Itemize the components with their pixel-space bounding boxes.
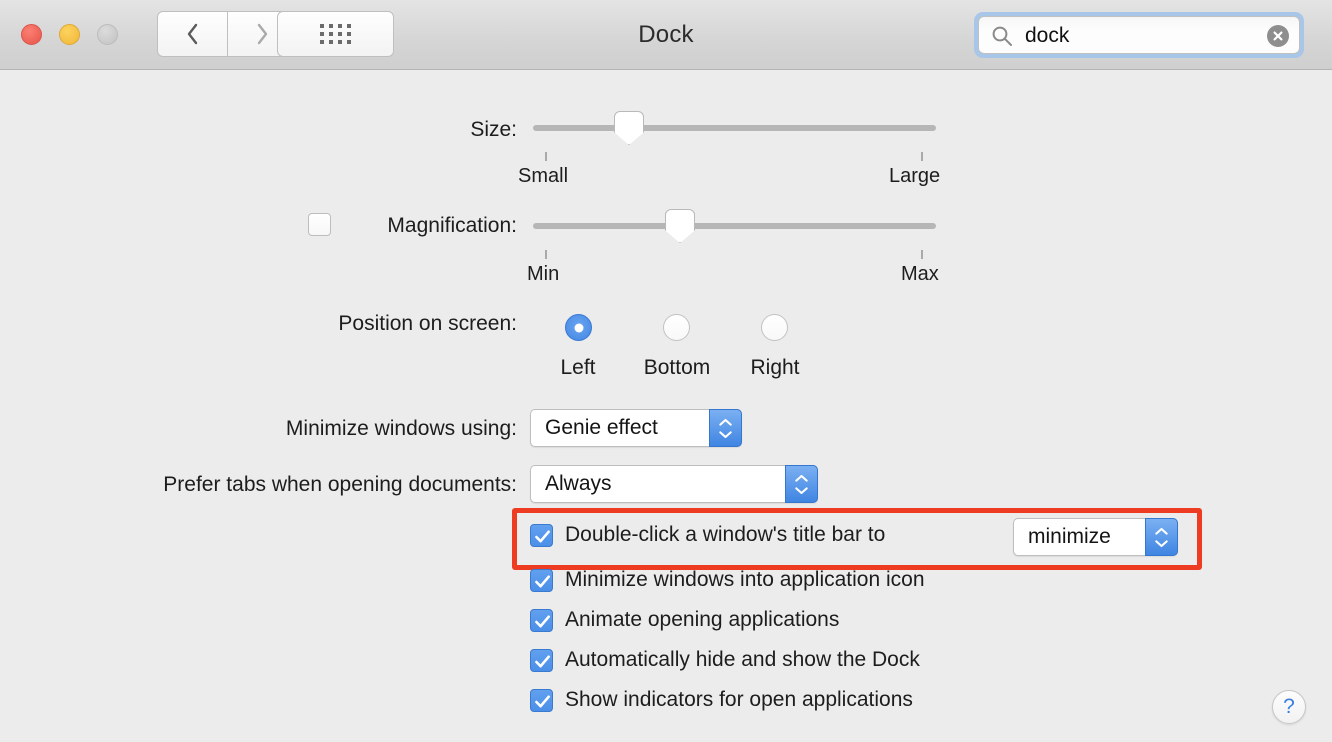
magnification-slider-tick-min [545,250,547,259]
minimize-into-app-icon-checkbox[interactable] [530,569,553,592]
minimize-using-label: Minimize windows using: [286,417,517,441]
radio-position-right[interactable] [761,314,788,341]
minimize-into-app-icon-label: Minimize windows into application icon [565,568,925,592]
radio-position-left[interactable] [565,314,592,341]
help-icon: ? [1283,695,1295,719]
animate-opening-applications-label: Animate opening applications [565,608,839,632]
help-button[interactable]: ? [1272,690,1306,724]
show-indicators-checkbox[interactable] [530,689,553,712]
double-click-action-stepper[interactable] [1145,518,1178,556]
search-focus-ring: dock [974,12,1304,58]
checkmark-icon [531,570,554,593]
magnification-slider-tick-max [921,250,923,259]
size-slider-tick-max [921,152,923,161]
checkmark-icon [531,690,554,713]
window-titlebar: Dock dock [0,0,1332,70]
checkmark-icon [531,650,554,673]
double-click-title-bar-label: Double-click a window's title bar to [565,523,885,547]
radio-position-bottom[interactable] [663,314,690,341]
system-preferences-window: Dock dock Size: [0,0,1332,742]
show-indicators-label: Show indicators for open applications [565,688,913,712]
animate-opening-applications-checkbox[interactable] [530,609,553,632]
clear-search-button[interactable] [1267,25,1289,47]
checkmark-icon [531,525,554,548]
prefer-tabs-stepper[interactable] [785,465,818,503]
magnification-slider-thumb[interactable] [665,209,695,243]
size-min-label: Small [518,165,568,188]
chevron-up-icon [718,418,733,427]
chevron-down-icon [718,430,733,439]
magnification-checkbox[interactable] [308,213,331,236]
chevron-down-icon [794,486,809,495]
size-slider-tick-min [545,152,547,161]
position-on-screen-label: Position on screen: [338,312,517,336]
size-max-label: Large [889,165,940,188]
magnification-slider-track[interactable] [533,223,936,229]
minimize-effect-popup[interactable]: Genie effect [530,409,742,447]
search-icon [991,25,1013,47]
minimize-effect-stepper[interactable] [709,409,742,447]
search-value: dock [1025,24,1069,48]
preferences-content: Size: Small Large Magnification: Min Max… [0,71,1332,742]
prefer-tabs-popup[interactable]: Always [530,465,818,503]
chevron-up-icon [1154,527,1169,536]
chevron-down-icon [1154,539,1169,548]
chevron-up-icon [794,474,809,483]
size-slider-track[interactable] [533,125,936,131]
magnification-max-label: Max [901,263,939,286]
close-icon [1272,30,1284,42]
size-slider-thumb[interactable] [614,111,644,145]
double-click-action-value: minimize [1028,525,1111,549]
search-input[interactable]: dock [978,16,1300,54]
prefer-tabs-value: Always [545,472,612,496]
auto-hide-dock-checkbox[interactable] [530,649,553,672]
double-click-action-popup[interactable]: minimize [1013,518,1178,556]
prefer-tabs-label: Prefer tabs when opening documents: [163,473,517,497]
minimize-effect-value: Genie effect [545,416,658,440]
magnification-min-label: Min [527,263,559,286]
radio-label-right: Right [715,356,835,380]
checkmark-icon [531,610,554,633]
double-click-title-bar-checkbox[interactable] [530,524,553,547]
magnification-label: Magnification: [387,214,517,238]
auto-hide-dock-label: Automatically hide and show the Dock [565,648,920,672]
size-label: Size: [470,118,517,142]
